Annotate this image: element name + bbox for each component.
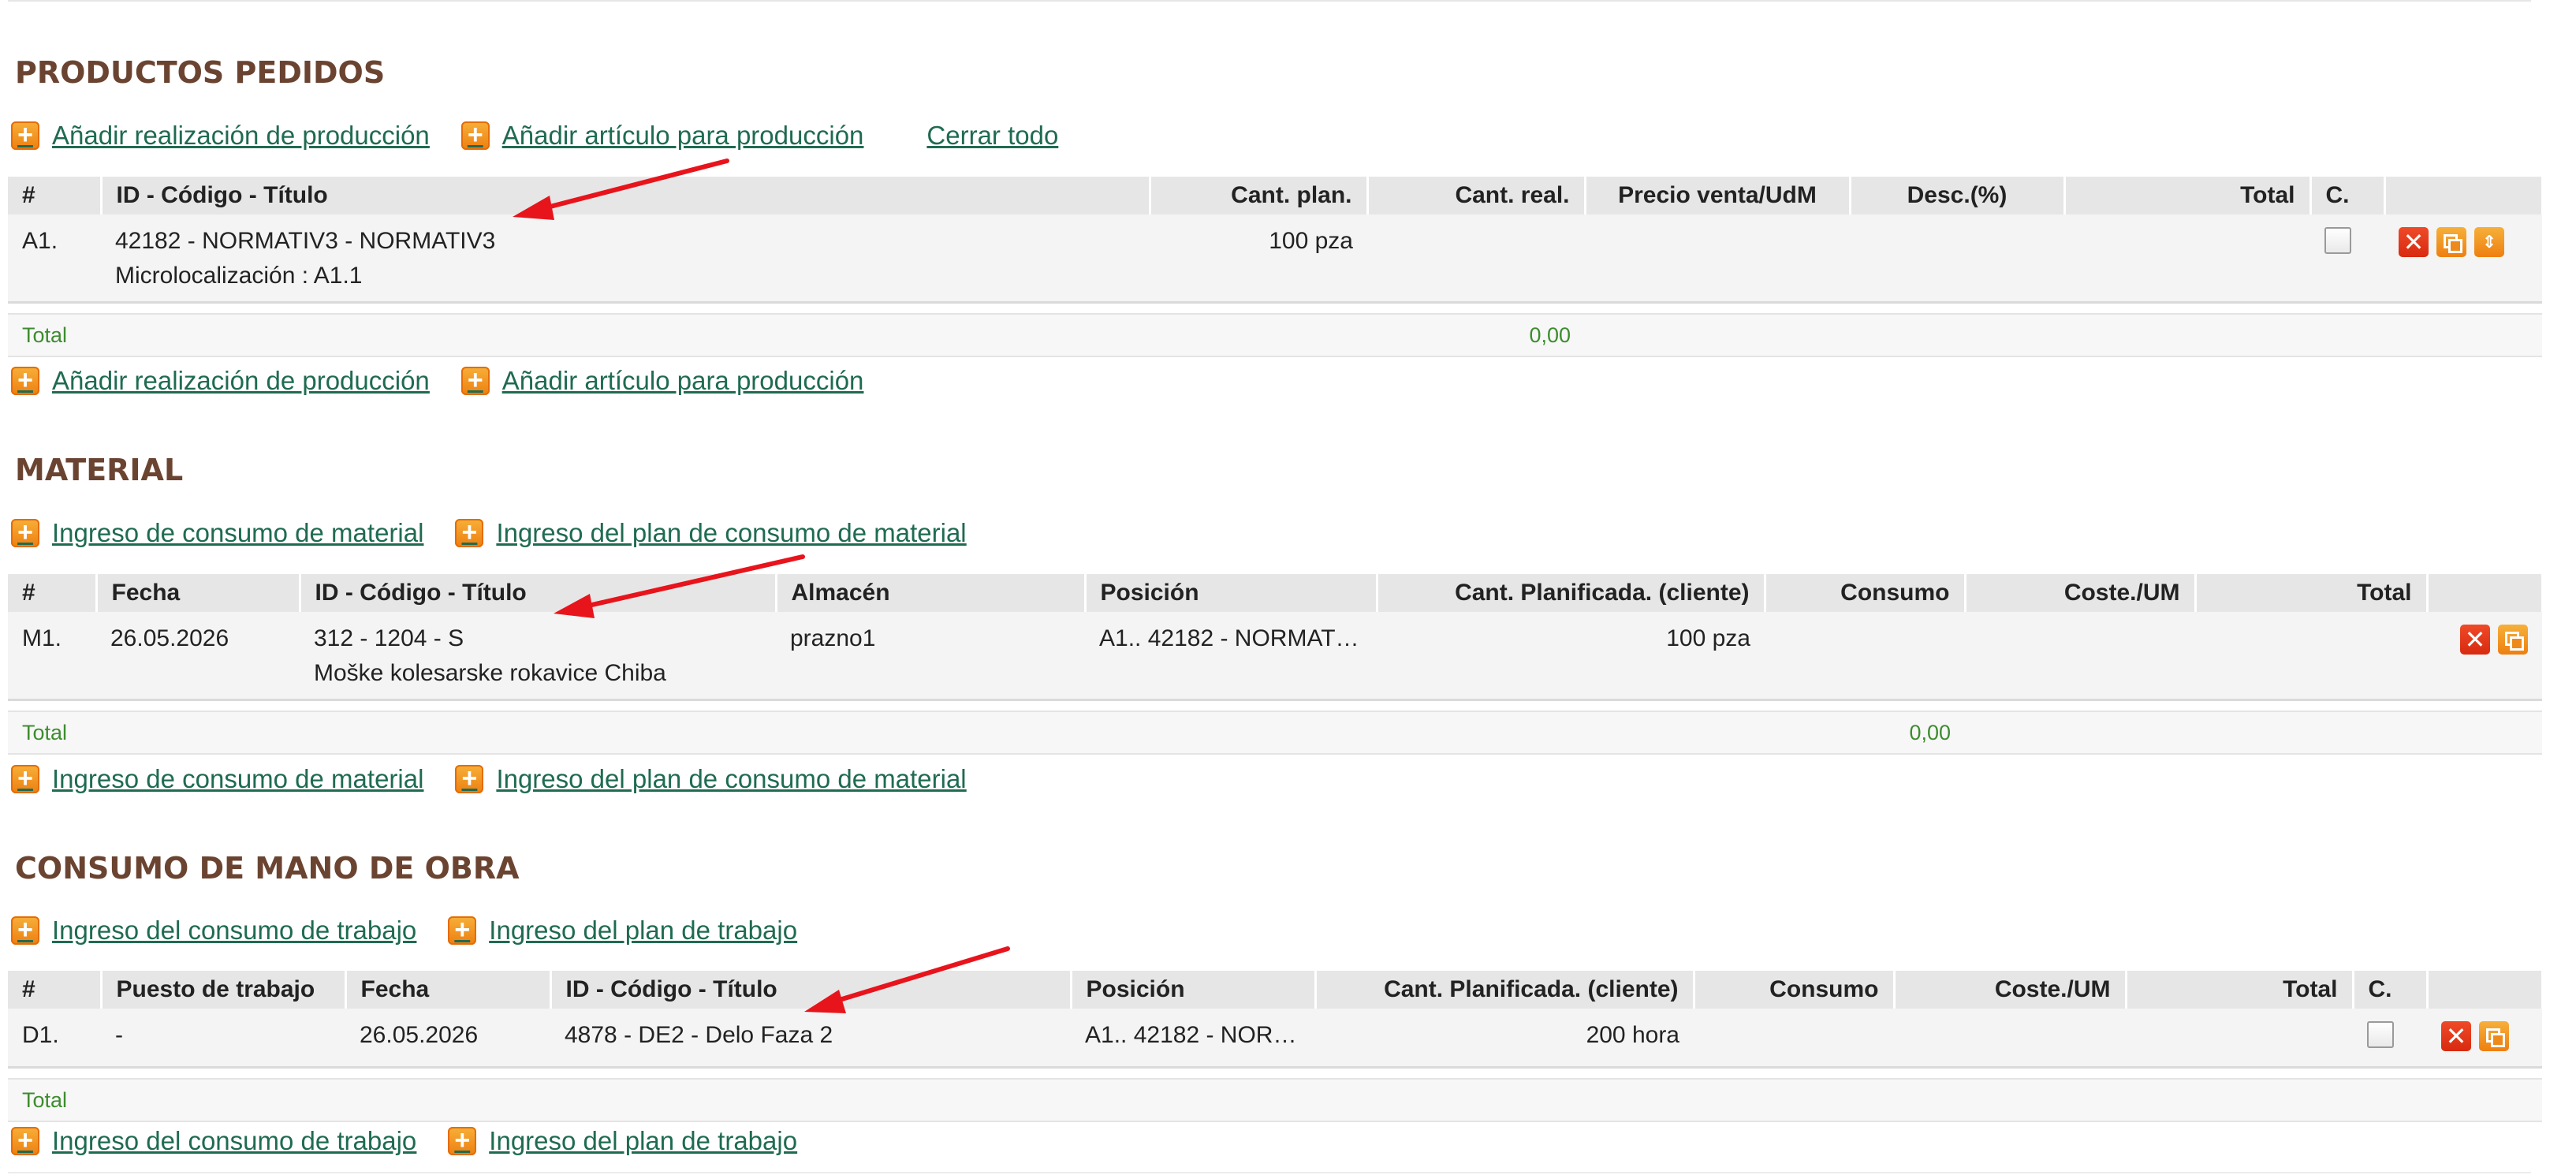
delete-icon[interactable]: ✕ <box>2441 1021 2471 1051</box>
table-row: D1. - 26.05.2026 4878 - DE2 - Delo Faza … <box>8 1009 2542 1069</box>
labor-consumption-link[interactable]: + Ingreso del consumo de trabajo <box>11 916 416 946</box>
add-production-article-link[interactable]: + Añadir artículo para producción <box>460 121 863 151</box>
row-subtitle: Microlocalización : A1.1 <box>115 263 363 289</box>
plus-icon: + <box>455 765 484 793</box>
section-title-material: MATERIAL <box>15 453 184 487</box>
productos-actions-top: + Añadir realización de producción + Aña… <box>11 116 1058 155</box>
plus-icon: + <box>455 519 484 547</box>
row-title: 312 - 1204 - S <box>314 625 464 651</box>
close-all-link[interactable]: Cerrar todo <box>926 121 1058 151</box>
total-row: Total <box>8 1078 2542 1122</box>
table-header: # Puesto de trabajo Fecha ID - Código - … <box>8 971 2544 1009</box>
mano-table: # Puesto de trabajo Fecha ID - Código - … <box>8 971 2544 1122</box>
delete-icon[interactable]: ✕ <box>2399 227 2429 257</box>
plus-icon: + <box>11 916 39 945</box>
section-title-mano-de-obra: CONSUMO DE MANO DE OBRA <box>15 851 520 886</box>
productos-table: # ID - Código - Título Cant. plan. Cant.… <box>8 177 2544 357</box>
row-title: 42182 - NORMATIV3 - NORMATIV3 <box>115 228 496 254</box>
add-production-article-link[interactable]: + Añadir artículo para producción <box>460 366 863 396</box>
material-consumption-link[interactable]: + Ingreso de consumo de material <box>11 518 423 548</box>
copy-icon[interactable] <box>2498 625 2528 655</box>
material-consumption-link[interactable]: + Ingreso de consumo de material <box>11 764 423 794</box>
material-plan-link[interactable]: + Ingreso del plan de consumo de materia… <box>455 764 967 794</box>
add-production-realization-link[interactable]: + Añadir realización de producción <box>11 366 430 396</box>
plus-icon: + <box>11 121 39 150</box>
row-subtitle: Moške kolesarske rokavice Chiba <box>314 660 666 686</box>
plus-icon: + <box>460 121 490 150</box>
section-title-productos: PRODUCTOS PEDIDOS <box>15 55 386 90</box>
table-row: A1. 42182 - NORMATIV3 - NORMATIV3 Microl… <box>8 214 2542 304</box>
plus-icon: + <box>11 519 39 547</box>
move-icon[interactable]: ⇕ <box>2474 227 2504 257</box>
productos-actions-bottom: + Añadir realización de producción + Aña… <box>11 361 895 401</box>
table-header: # Fecha ID - Código - Título Almacén Pos… <box>8 574 2544 612</box>
material-plan-link[interactable]: + Ingreso del plan de consumo de materia… <box>455 518 967 548</box>
plus-icon: + <box>448 916 477 945</box>
total-row: Total 0,00 <box>8 313 2542 357</box>
labor-plan-link[interactable]: + Ingreso del plan de trabajo <box>448 916 797 946</box>
plus-icon: + <box>460 367 490 395</box>
add-production-realization-link[interactable]: + Añadir realización de producción <box>11 121 430 151</box>
mano-actions-bottom: + Ingreso del consumo de trabajo + Ingre… <box>11 1121 829 1161</box>
delete-icon[interactable]: ✕ <box>2460 625 2490 655</box>
material-actions-top: + Ingreso de consumo de material + Ingre… <box>11 513 998 553</box>
copy-icon[interactable] <box>2436 227 2466 257</box>
plus-icon: + <box>11 765 39 793</box>
table-row: M1. 26.05.2026 312 - 1204 - S Moške kole… <box>8 612 2542 701</box>
row-checkbox[interactable] <box>2367 1021 2394 1048</box>
table-header: # ID - Código - Título Cant. plan. Cant.… <box>8 177 2544 214</box>
plus-icon: + <box>11 367 39 395</box>
plus-icon: + <box>448 1127 477 1155</box>
top-divider <box>8 0 2531 2</box>
material-actions-bottom: + Ingreso de consumo de material + Ingre… <box>11 759 998 799</box>
row-checkbox[interactable] <box>2324 227 2351 254</box>
labor-consumption-link[interactable]: + Ingreso del consumo de trabajo <box>11 1126 416 1156</box>
mano-actions-top: + Ingreso del consumo de trabajo + Ingre… <box>11 911 829 950</box>
bottom-divider <box>8 1172 2531 1173</box>
total-row: Total 0,00 <box>8 711 2542 755</box>
copy-icon[interactable] <box>2479 1021 2509 1051</box>
plus-icon: + <box>11 1127 39 1155</box>
material-table: # Fecha ID - Código - Título Almacén Pos… <box>8 574 2544 755</box>
labor-plan-link[interactable]: + Ingreso del plan de trabajo <box>448 1126 797 1156</box>
